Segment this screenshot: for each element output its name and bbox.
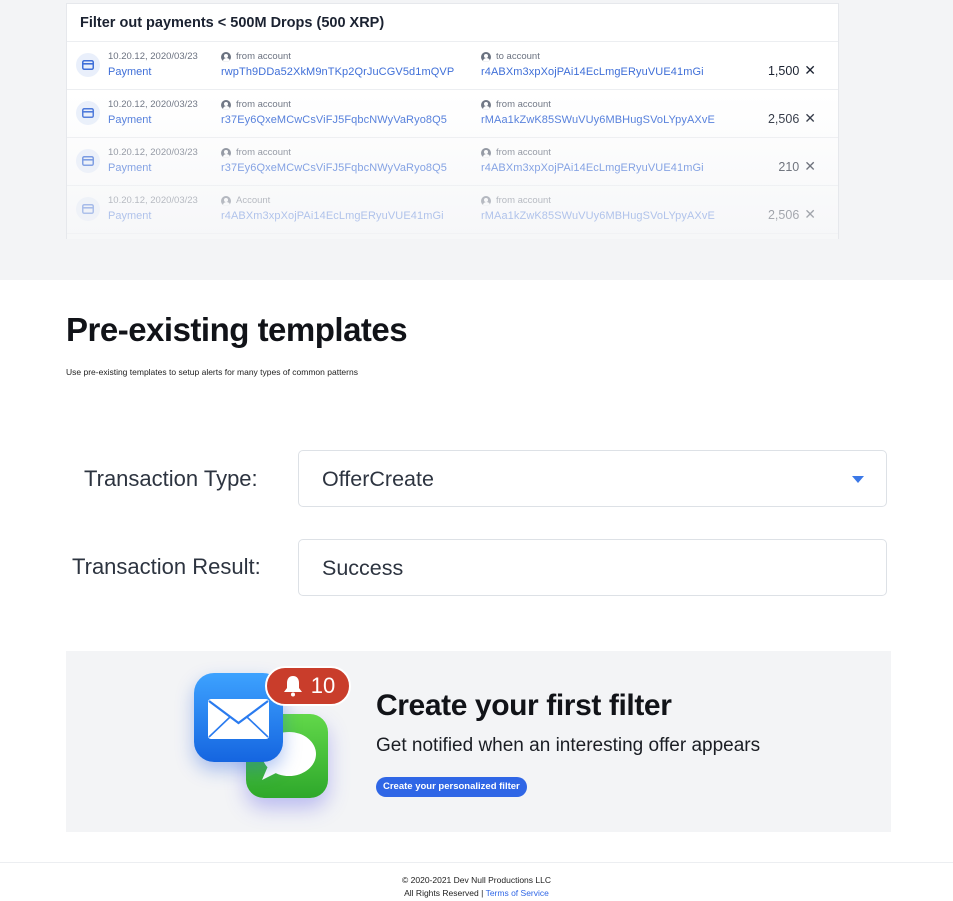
footer-separator: | <box>481 887 484 898</box>
account-icon <box>481 147 491 158</box>
payments-preview-band: Filter out payments < 500M Drops (500 XR… <box>0 0 953 280</box>
section-title: Pre-existing templates <box>66 311 408 348</box>
account-label-text: from account <box>496 195 551 206</box>
payment-row[interactable]: 10.20.12, 2020/03/23 Payment from accoun… <box>67 42 838 90</box>
account-label-text: from account <box>496 99 551 110</box>
from-account-address[interactable]: rMAa1kZwK85SWuVUy6MBHugSVoLYpyAXvE <box>481 210 715 222</box>
from-account-label: from account <box>221 99 291 110</box>
payment-amount-value: 2,506 <box>767 207 800 222</box>
account-icon <box>481 195 491 206</box>
from-account-label: from account <box>481 195 551 206</box>
from-account-label: from account <box>221 51 291 62</box>
payment-type-link[interactable]: Payment <box>108 162 151 174</box>
cta-subtitle: Get notified when an interesting offer a… <box>376 735 761 756</box>
chevron-down-icon <box>852 476 864 483</box>
account-label-text: from account <box>236 99 291 110</box>
notification-badge: 10 <box>265 666 351 706</box>
cta-title: Create your first filter <box>376 689 672 722</box>
account-label-text: to account <box>496 51 540 62</box>
transaction-result-label: Transaction Result: <box>72 554 261 579</box>
payment-card-icon <box>76 149 100 173</box>
payment-amount-value: 210 <box>778 159 800 174</box>
xrp-icon: ✕ <box>804 206 816 222</box>
from-account-address[interactable]: rwpTh9DDa52XkM9nTKp2QrJuCGV5d1mQVP <box>221 66 454 78</box>
from-account-label: from account <box>221 147 291 158</box>
from-account-address[interactable]: r37Ey6QxeMCwCsViFJ5FqbcNWyVaRyo8Q5 <box>221 114 447 126</box>
rights-text: All Rights Reserved <box>404 887 479 898</box>
create-filter-button[interactable]: Create your personalized filter <box>376 777 527 797</box>
from-account-address[interactable]: r4ABXm3xpXojPAi14EcLmgERyuVUE41mGi <box>481 162 704 174</box>
account-label-text: from account <box>236 147 291 158</box>
payment-type-link[interactable]: Payment <box>108 66 151 78</box>
from-account-label: from account <box>481 99 551 110</box>
badge-count: 10 <box>310 673 336 698</box>
to-account-label: to account <box>481 51 540 62</box>
transaction-type-label: Transaction Type: <box>84 466 258 491</box>
from-account-address[interactable]: r37Ey6QxeMCwCsViFJ5FqbcNWyVaRyo8Q5 <box>221 162 447 174</box>
copyright-text: © 2020-2021 Dev Null Productions LLC <box>402 875 551 885</box>
account-icon <box>481 99 491 110</box>
from-account-address[interactable]: rMAa1kZwK85SWuVUy6MBHugSVoLYpyAXvE <box>481 114 715 126</box>
footer: © 2020-2021 Dev Null Productions LLC All… <box>0 874 953 899</box>
payment-card-icon <box>76 101 100 125</box>
account-icon <box>221 51 231 62</box>
transaction-type-select[interactable]: OfferCreate <box>298 450 887 507</box>
payment-row[interactable]: 10.20.12, 2020/03/23 Payment Account r4A… <box>67 186 838 234</box>
payment-amount: 1,500 ✕ <box>768 62 816 79</box>
payment-timestamp: 10.20.12, 2020/03/23 <box>108 195 198 206</box>
payment-card-icon <box>76 197 100 221</box>
to-account-address[interactable]: r4ABXm3xpXojPAi14EcLmgERyuVUE41mGi <box>481 66 704 78</box>
payment-row[interactable]: 10.20.12, 2020/03/23 Payment from accoun… <box>67 90 838 138</box>
payment-amount-value: 2,506 <box>767 111 800 126</box>
payments-card: Filter out payments < 500M Drops (500 XR… <box>66 3 839 239</box>
payments-card-title: Filter out payments < 500M Drops (500 XR… <box>67 4 838 42</box>
create-filter-panel: Create your first filter Get notified wh… <box>66 651 891 832</box>
xrp-icon: ✕ <box>804 62 816 78</box>
xrp-icon: ✕ <box>804 110 816 126</box>
payment-timestamp: 10.20.12, 2020/03/23 <box>108 51 198 62</box>
payment-amount: 2,506 ✕ <box>768 110 816 127</box>
payment-amount: 210 ✕ <box>778 158 816 175</box>
payment-card-icon <box>76 53 100 77</box>
payment-timestamp: 10.20.12, 2020/03/23 <box>108 147 198 158</box>
transaction-result-field[interactable]: Success <box>298 539 887 596</box>
payment-amount-value: 1,500 <box>767 63 800 78</box>
account-icon <box>221 195 231 206</box>
footer-divider <box>0 862 953 863</box>
account-icon <box>481 51 491 62</box>
payment-type-link[interactable]: Payment <box>108 210 151 222</box>
transaction-result-value: Success <box>322 556 404 580</box>
from-account-label: from account <box>481 147 551 158</box>
notification-illustration: 10 <box>194 666 354 806</box>
account-label-text: from account <box>496 147 551 158</box>
account-icon <box>221 147 231 158</box>
payment-timestamp: 10.20.12, 2020/03/23 <box>108 99 198 110</box>
bell-icon <box>283 676 302 697</box>
payment-row[interactable]: 10.20.12, 2020/03/23 Payment from accoun… <box>67 138 838 186</box>
xrp-icon: ✕ <box>804 158 816 174</box>
footer-rights-line: All Rights Reserved | Terms of Service <box>0 887 953 900</box>
transaction-type-value: OfferCreate <box>322 467 434 491</box>
account-address[interactable]: r4ABXm3xpXojPAi14EcLmgERyuVUE41mGi <box>221 210 444 222</box>
terms-of-service-link[interactable]: Terms of Service <box>486 888 549 898</box>
account-label-text: Account <box>236 195 271 206</box>
account-label-text: from account <box>236 51 291 62</box>
account-icon <box>221 99 231 110</box>
payment-type-link[interactable]: Payment <box>108 114 151 126</box>
payment-amount: 2,506 ✕ <box>768 206 816 223</box>
section-subtitle: Use pre-existing templates to setup aler… <box>66 367 358 377</box>
account-label: Account <box>221 195 270 206</box>
